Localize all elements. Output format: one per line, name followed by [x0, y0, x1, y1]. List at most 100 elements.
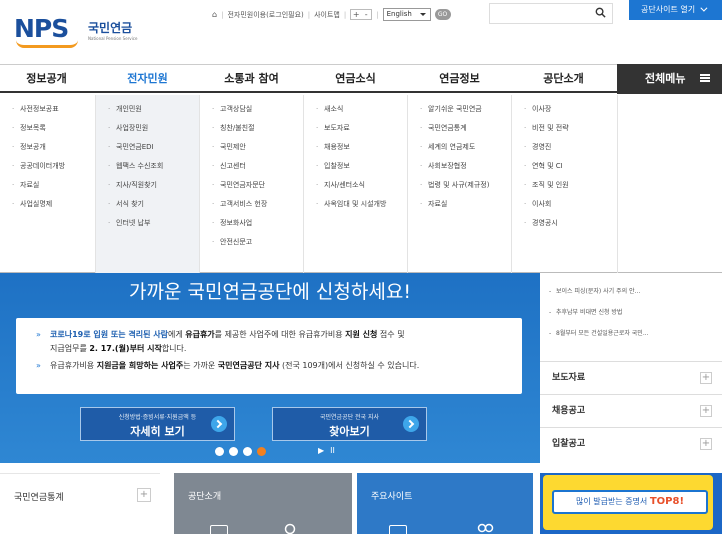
- intro-box[interactable]: 공단소개: [174, 473, 352, 537]
- menu-item[interactable]: 법령 및 사규(제규정): [408, 181, 492, 190]
- menu-item[interactable]: 서식 찾기: [96, 200, 199, 209]
- language-go-button[interactable]: GO: [434, 9, 451, 20]
- grid-icon: [389, 525, 407, 537]
- nav-item-communication[interactable]: 소통과 참여: [200, 65, 303, 92]
- bidding-row[interactable]: 입찰공고 +: [540, 427, 722, 460]
- menu-item[interactable]: 정보목록: [0, 124, 95, 133]
- nav-item-pension-news[interactable]: 연금소식: [304, 65, 407, 92]
- mega-col-pension-info: 알기쉬운 국민연금 국민연금통계 세계의 연금제도 사회보장협정 법령 및 사규…: [408, 95, 512, 273]
- slide-dot[interactable]: [229, 447, 238, 456]
- banner-highlight: TOP8!: [649, 496, 685, 507]
- nav-item-pension-info[interactable]: 연금정보: [408, 65, 511, 92]
- menu-item[interactable]: 연혁 및 CI: [512, 162, 617, 171]
- menu-item[interactable]: 고객상담실: [200, 105, 303, 114]
- menu-item[interactable]: 사업장민원: [96, 124, 199, 133]
- press-release-row[interactable]: 보도자료 +: [540, 361, 722, 394]
- chevron-down-icon: [700, 4, 708, 12]
- menu-item[interactable]: 개인민원: [96, 105, 199, 114]
- play-icon[interactable]: ▶: [318, 446, 324, 455]
- menu-item[interactable]: 칭찬/불친절: [200, 124, 303, 133]
- menu-item[interactable]: 이사회: [512, 200, 617, 209]
- e-civil-link[interactable]: 전자민원이용(로그인필요): [227, 10, 303, 20]
- hamburger-icon: [700, 74, 710, 82]
- nav-item-info-disclosure[interactable]: 정보공개: [0, 65, 93, 92]
- menu-item[interactable]: 신고센터: [200, 162, 303, 171]
- menu-item[interactable]: 고객서비스 헌장: [200, 200, 303, 209]
- menu-item[interactable]: 경영공시: [512, 219, 617, 228]
- find-branch-button[interactable]: 국민연금공단 전국 지사 찾아보기: [272, 407, 427, 441]
- plus-icon[interactable]: +: [137, 488, 151, 502]
- menu-item[interactable]: 정보화사업: [200, 219, 303, 228]
- slide-controls: ▶ II: [318, 446, 335, 455]
- site-open-label: 공단사이트 열기: [641, 5, 696, 14]
- menu-item[interactable]: 입찰정보: [304, 162, 407, 171]
- nav-item-e-civil[interactable]: 전자민원: [96, 65, 199, 92]
- slide-indicators: [215, 447, 266, 456]
- notice-item[interactable]: 보이스 피싱(문자) 사기 주의 안...: [540, 288, 722, 296]
- font-increase-button[interactable]: +: [351, 10, 361, 19]
- recruitment-row[interactable]: 채용공고 +: [540, 394, 722, 427]
- menu-item[interactable]: 웹팩스 수신조회: [96, 162, 199, 171]
- menu-item[interactable]: 사옥임대 및 시설개방: [304, 200, 407, 209]
- nps-logo[interactable]: NPS 국민연금 National Pension Service: [14, 10, 144, 50]
- home-icon[interactable]: ⌂: [212, 10, 217, 19]
- menu-item[interactable]: 국민연금통계: [408, 124, 511, 133]
- slide-dot[interactable]: [215, 447, 224, 456]
- mega-col-about: 이사장 비전 및 전략 경영진 연혁 및 CI 조직 및 인원 이사회 경영공시: [512, 95, 618, 273]
- menu-item[interactable]: 공공데이터개방: [0, 162, 95, 171]
- menu-item[interactable]: 지사/직원찾기: [96, 181, 199, 190]
- pause-icon[interactable]: II: [330, 446, 335, 455]
- all-menu-button[interactable]: 전체메뉴: [617, 64, 722, 94]
- menu-item[interactable]: 새소식: [304, 105, 407, 114]
- slide-dot[interactable]: [243, 447, 252, 456]
- sitemap-link[interactable]: 사이트맵: [314, 10, 340, 20]
- notice-item[interactable]: 추후납부 비대면 신청 방법: [540, 309, 722, 317]
- menu-item[interactable]: 국민제안: [200, 143, 303, 152]
- menu-item[interactable]: 자료실: [408, 200, 511, 209]
- banner-card: 많이 발급받는 증명서 TOP8!: [552, 490, 708, 514]
- menu-item[interactable]: 인터넷 납부: [96, 219, 199, 228]
- major-sites-box[interactable]: 주요사이트: [357, 473, 533, 537]
- search-icon[interactable]: [595, 7, 606, 18]
- hero-paragraph-2: » 유급휴가비용 지원금을 희망하는 사업주는 가까운 국민연금공단 지사 (전…: [36, 359, 506, 373]
- menu-item[interactable]: 국민연금자문단: [200, 181, 303, 190]
- users-icon: [477, 523, 494, 533]
- menu-item[interactable]: 사업실명제: [0, 200, 95, 209]
- menu-item[interactable]: 안전신문고: [200, 238, 303, 247]
- mega-col-info: 사전정보공표 정보목록 정보공개 공공데이터개방 자료실 사업실명제: [0, 95, 96, 273]
- menu-item[interactable]: 국민연금EDI: [96, 143, 199, 152]
- menu-item[interactable]: 보도자료: [304, 124, 407, 133]
- notice-item[interactable]: 8월부터 모든 건설일용근로자 국민...: [540, 330, 722, 338]
- menu-item[interactable]: 알기쉬운 국민연금: [408, 105, 511, 114]
- menu-item[interactable]: 이사장: [512, 105, 617, 114]
- menu-item[interactable]: 정보공개: [0, 143, 95, 152]
- hero-banner: 가까운 국민연금공단에 신청하세요! » 코로나19로 입원 또는 격리된 사람…: [0, 273, 540, 463]
- menu-item[interactable]: 사전정보공표: [0, 105, 95, 114]
- stats-title: 국민연금통계: [14, 493, 64, 503]
- menu-item[interactable]: 사회보장협정: [408, 162, 511, 171]
- site-open-button[interactable]: 공단사이트 열기: [629, 0, 722, 20]
- font-size-controls: + -: [350, 9, 373, 20]
- menu-item[interactable]: 지사/센터소식: [304, 181, 407, 190]
- nav-item-about[interactable]: 공단소개: [512, 65, 615, 92]
- plus-icon[interactable]: +: [700, 438, 712, 450]
- menu-item[interactable]: 조직 및 인원: [512, 181, 617, 190]
- stats-box[interactable]: 국민연금통계 +: [0, 473, 160, 534]
- plus-icon[interactable]: +: [700, 372, 712, 384]
- mega-col-e-civil: 개인민원 사업장민원 국민연금EDI 웹팩스 수신조회 지사/직원찾기 서식 찾…: [96, 95, 200, 273]
- monitor-icon: [210, 525, 228, 537]
- menu-item[interactable]: 비전 및 전략: [512, 124, 617, 133]
- menu-item[interactable]: 자료실: [0, 181, 95, 190]
- details-button[interactable]: 신청방법·증빙서류·지원금액 등 자세히 보기: [80, 407, 235, 441]
- menu-item[interactable]: 경영진: [512, 143, 617, 152]
- slide-dot-active[interactable]: [257, 447, 266, 456]
- press-release-title: 보도자료: [552, 373, 586, 383]
- certificate-banner[interactable]: 많이 발급받는 증명서 TOP8!: [540, 473, 722, 534]
- menu-item[interactable]: 세계의 연금제도: [408, 143, 511, 152]
- plus-icon[interactable]: +: [700, 405, 712, 417]
- menu-item[interactable]: 채용정보: [304, 143, 407, 152]
- language-select[interactable]: English: [382, 8, 431, 21]
- font-decrease-button[interactable]: -: [361, 10, 371, 19]
- logo-english-name: National Pension Service: [88, 36, 138, 41]
- search-input[interactable]: [489, 3, 613, 24]
